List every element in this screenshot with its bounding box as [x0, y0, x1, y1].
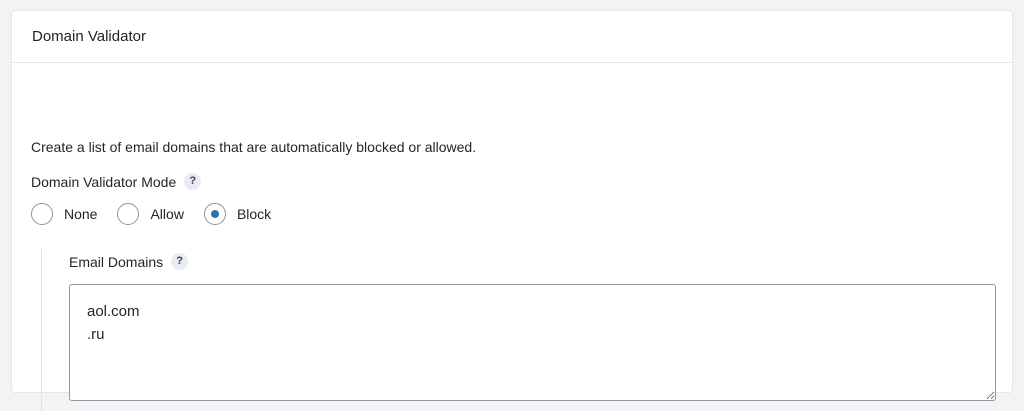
radio-allow-label: Allow: [150, 206, 184, 222]
email-domains-section: Email Domains ?: [41, 249, 1002, 411]
mode-field-label: Domain Validator Mode ?: [31, 173, 202, 190]
radio-none-circle[interactable]: [31, 203, 53, 225]
mode-label-text: Domain Validator Mode: [31, 173, 177, 190]
radio-allow-circle[interactable]: [117, 203, 140, 225]
radio-block-label: Block: [236, 206, 272, 222]
radio-option-none[interactable]: None: [31, 203, 97, 225]
domains-field-label: Email Domains ?: [69, 253, 189, 270]
card-description: Create a list of email domains that are …: [31, 139, 477, 155]
radio-block-circle[interactable]: [203, 203, 226, 225]
email-domains-textarea[interactable]: [69, 284, 996, 401]
card-title: Domain Validator: [32, 28, 146, 45]
mode-radio-group: None Allow Block: [31, 203, 291, 225]
domains-help-icon[interactable]: ?: [171, 253, 189, 270]
mode-help-icon[interactable]: ?: [184, 173, 202, 190]
radio-option-allow[interactable]: Allow: [117, 203, 184, 225]
domains-label-text: Email Domains: [69, 253, 164, 270]
domain-validator-card: Domain Validator Create a list of email …: [11, 10, 1013, 411]
card-header: Domain Validator: [12, 11, 1012, 63]
radio-none-label: None: [64, 206, 98, 222]
radio-option-block[interactable]: Block: [203, 203, 272, 225]
